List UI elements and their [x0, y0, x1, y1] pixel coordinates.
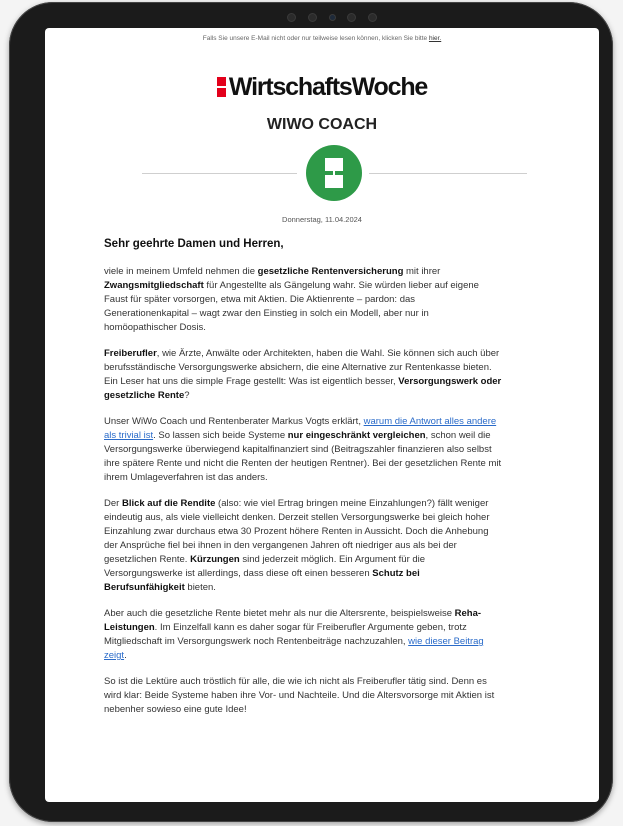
- paragraph: So ist die Lektüre auch tröstlich für al…: [104, 675, 502, 717]
- text: So ist die Lektüre auch tröstlich für al…: [104, 676, 495, 715]
- preheader: Falls Sie unsere E-Mail nicht oder nur t…: [45, 35, 599, 45]
- bold-text: nur eingeschränkt vergleichen: [287, 430, 426, 441]
- sensor-icon: [287, 12, 296, 22]
- newsletter-title: WIWO COACH: [266, 116, 378, 133]
- header-divider: [45, 145, 599, 201]
- text: .: [124, 650, 127, 661]
- coach-logo-icon: [306, 145, 362, 201]
- text: Aber auch die gesetzliche Rente bietet m…: [104, 608, 455, 619]
- camera-icon: [328, 13, 336, 21]
- view-online-link[interactable]: hier.: [429, 35, 441, 42]
- greeting: Sehr geehrte Damen und Herren,: [104, 238, 284, 250]
- bold-text: Freiberufler: [104, 348, 157, 359]
- paragraph: viele in meinem Umfeld nehmen die gesetz…: [104, 265, 502, 335]
- divider-line: [142, 173, 297, 174]
- text: bieten.: [184, 582, 216, 593]
- paragraph: Der Blick auf die Rendite (also: wie vie…: [104, 497, 502, 595]
- bold-text: gesetzliche Rentenversicherung: [257, 266, 404, 277]
- sensor-icon: [307, 12, 317, 22]
- text: Der: [104, 498, 122, 509]
- sensor-icon: [368, 12, 377, 22]
- preheader-text: Falls Sie unsere E-Mail nicht oder nur t…: [202, 35, 429, 42]
- paragraph: Unser WiWo Coach und Rentenberater Marku…: [104, 415, 502, 485]
- bold-text: Blick auf die Rendite: [121, 498, 216, 509]
- text: Unser WiWo Coach und Rentenberater Marku…: [104, 416, 364, 427]
- logo-mark-icon: [216, 77, 226, 97]
- text: mit ihrer: [403, 266, 441, 277]
- paragraph: Freiberufler, wie Ärzte, Anwälte oder Ar…: [104, 347, 502, 403]
- text: . So lassen sich beide Systeme: [153, 430, 288, 441]
- logo-text: WirtschaftsWoche: [228, 72, 428, 101]
- tablet-frame: Falls Sie unsere E-Mail nicht oder nur t…: [9, 2, 613, 822]
- bold-text: Zwangsmitgliedschaft: [104, 280, 204, 291]
- issue-date: Donnerstag, 11.04.2024: [282, 215, 362, 224]
- sensor-icon: [347, 12, 357, 22]
- brand-logo[interactable]: WirtschaftsWoche: [45, 72, 599, 102]
- divider-line: [369, 173, 527, 174]
- bold-text: Kürzungen: [190, 554, 240, 565]
- text: ?: [184, 390, 190, 401]
- camera-bar: [287, 9, 377, 25]
- text: viele in meinem Umfeld nehmen die: [104, 266, 258, 277]
- email-body: Sehr geehrte Damen und Herren, viele in …: [104, 238, 502, 729]
- paragraph: Aber auch die gesetzliche Rente bietet m…: [104, 607, 502, 663]
